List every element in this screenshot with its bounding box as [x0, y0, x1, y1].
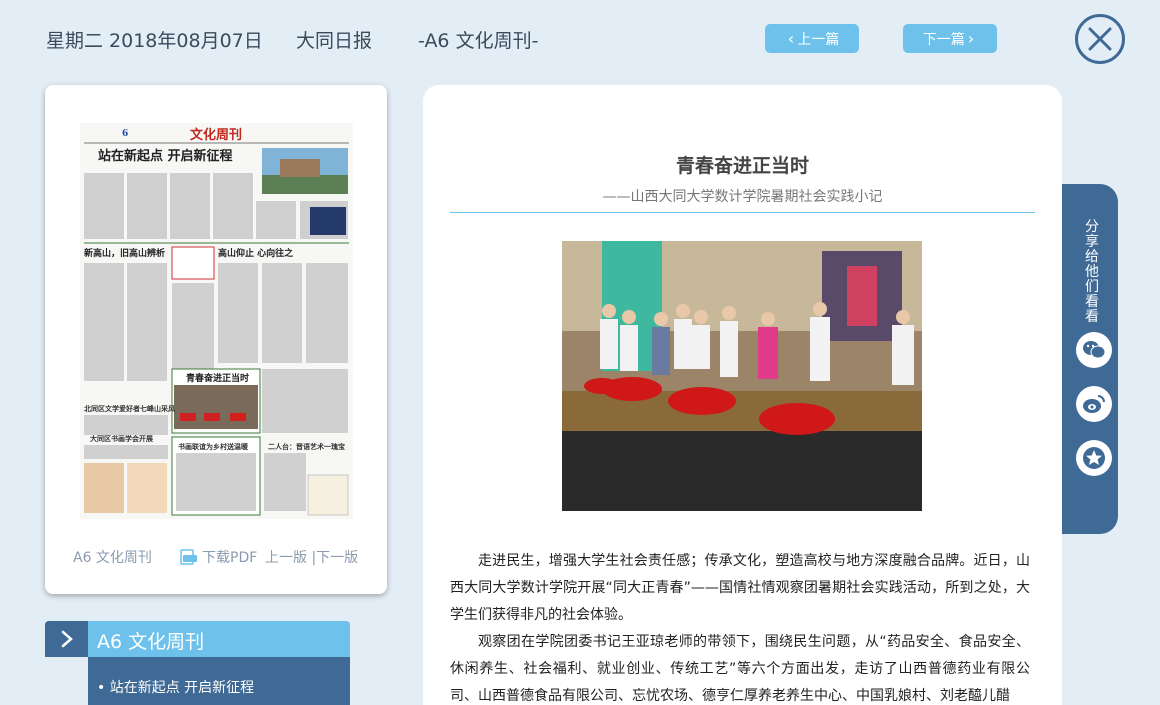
newspaper-page-thumbnail[interactable]: 6 文化周刊 站在新起点 开启新征程 新高山，旧高山辨析 高山仰止 心向往之 青… — [80, 123, 353, 519]
article-body: 走进民生，增强大学生社会责任感；传承文化，塑造高校与地方深度融合品牌。近日，山西… — [450, 548, 1030, 705]
thumb-masthead: 文化周刊 — [190, 127, 242, 143]
expand-toggle[interactable] — [45, 621, 88, 657]
svg-text:二人台：晋语艺术一瑰宝: 二人台：晋语艺术一瑰宝 — [268, 442, 345, 451]
favorite-button[interactable] — [1076, 440, 1112, 476]
next-article-label: 下一篇 — [922, 31, 965, 48]
article-subtitle: ——山西大同大学数计学院暑期社会实践小记 — [602, 189, 883, 205]
article-list-item-label: • 站在新起点 开启新征程 — [97, 680, 255, 696]
share-panel: 分享给他们看看 — [1062, 184, 1118, 534]
wechat-icon — [1083, 341, 1106, 359]
weibo-share-button[interactable] — [1076, 386, 1112, 422]
section-name: -A6 文化周刊- — [418, 30, 539, 52]
thumb-headline: 站在新起点 开启新征程 — [98, 148, 233, 164]
svg-text:青春奋进正当时: 青春奋进正当时 — [186, 372, 249, 384]
preview-section-link[interactable]: A6 文化周刊 — [73, 547, 152, 567]
preview-footer: A6 文化周刊 下载PDF 上一版 |下一版 — [45, 547, 387, 569]
article-panel: 青春奋进正当时 ——山西大同大学数计学院暑期社会实践小记 走进民生，增强大学生社… — [423, 85, 1062, 705]
svg-text:书画联谊为乡村送温暖: 书画联谊为乡村送温暖 — [178, 442, 249, 451]
issue-date: 星期二 2018年08月07日 — [46, 30, 263, 52]
thumb-page-no: 6 — [122, 129, 128, 139]
weibo-icon — [1083, 395, 1105, 413]
next-article-button[interactable]: 下一篇 › — [903, 24, 997, 53]
chevron-left-icon: ‹ — [787, 29, 795, 48]
close-button[interactable] — [1075, 14, 1125, 64]
article-paragraph: 观察团在学院团委书记王亚琼老师的带领下，围绕民生问题，从“药品安全、食品安全、休… — [450, 634, 1030, 704]
svg-text:高山仰止 心向往之: 高山仰止 心向往之 — [218, 247, 293, 259]
article-title: 青春奋进正当时 — [675, 155, 809, 177]
chevron-right-icon: › — [967, 29, 975, 48]
article-paragraph: 走进民生，增强大学生社会责任感；传承文化，塑造高校与地方深度融合品牌。近日，山西… — [450, 553, 1030, 623]
svg-text:新高山，旧高山辨析: 新高山，旧高山辨析 — [84, 247, 165, 259]
top-bar: 星期二 2018年08月07日 大同日报 -A6 文化周刊- ‹ 上一篇 下一篇… — [0, 0, 1160, 80]
article-list-header[interactable]: A6 文化周刊 — [45, 621, 350, 657]
svg-text:北同区文学爱好者七峰山采风: 北同区文学爱好者七峰山采风 — [84, 404, 175, 413]
chevron-right-icon — [61, 630, 73, 648]
download-pdf-link[interactable]: 下载PDF — [180, 547, 257, 567]
article-list-item[interactable]: • 站在新起点 开启新征程 — [88, 657, 350, 705]
page-nav-links[interactable]: 上一版 |下一版 — [265, 547, 358, 567]
article-photo — [562, 241, 922, 511]
article-list-section-title: A6 文化周刊 — [97, 631, 205, 653]
share-label: 分享给他们看看 — [1085, 219, 1099, 325]
svg-text:大同区书画学会开展: 大同区书画学会开展 — [90, 434, 154, 443]
page-preview-card: 6 文化周刊 站在新起点 开启新征程 新高山，旧高山辨析 高山仰止 心向往之 青… — [45, 85, 387, 594]
prev-article-button[interactable]: ‹ 上一篇 — [765, 24, 859, 53]
paper-name: 大同日报 — [296, 30, 373, 52]
close-icon — [1088, 27, 1112, 51]
prev-article-label: 上一篇 — [797, 31, 840, 48]
star-icon — [1083, 447, 1105, 469]
wechat-share-button[interactable] — [1076, 332, 1112, 368]
download-pdf-label: 下载PDF — [202, 550, 258, 566]
title-divider — [450, 212, 1035, 213]
pdf-download-icon — [180, 549, 197, 565]
